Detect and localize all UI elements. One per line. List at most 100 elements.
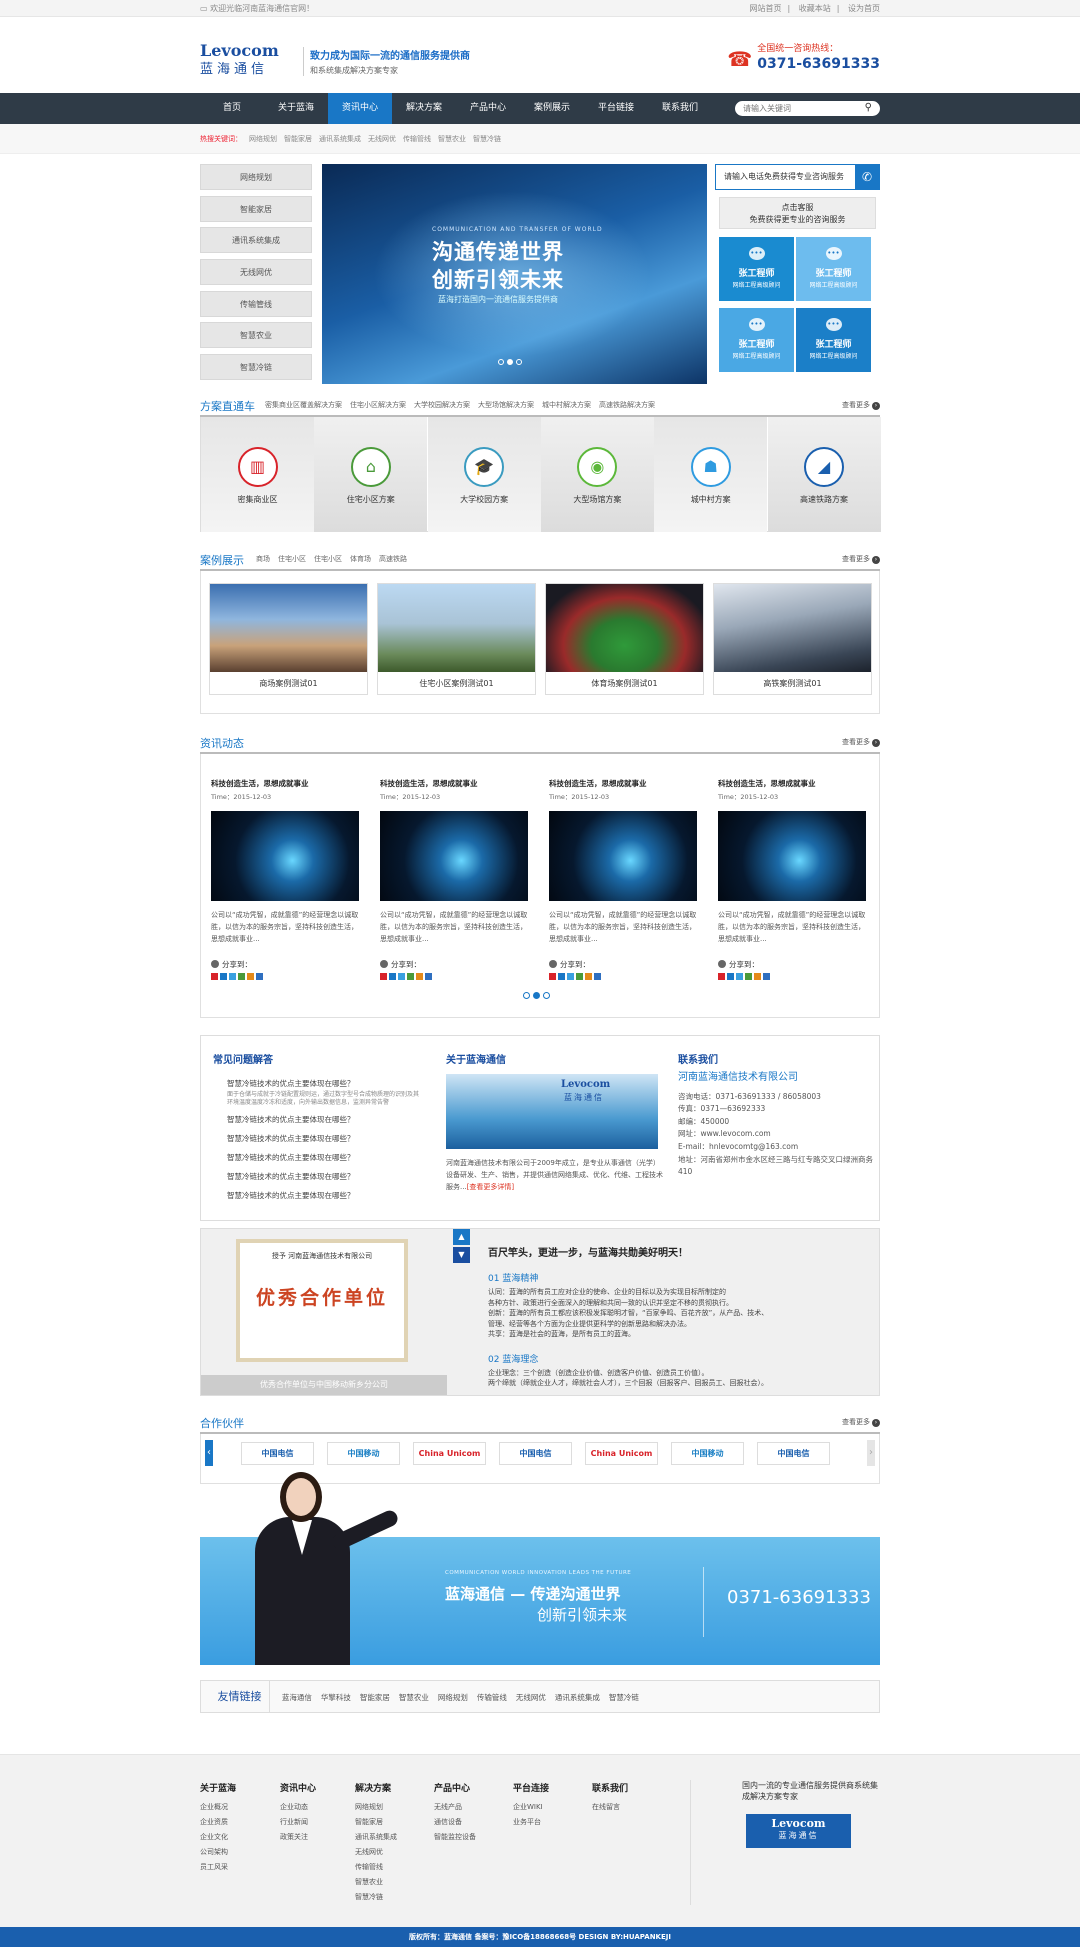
footer-link[interactable]: 业务平台	[513, 1815, 549, 1830]
share-button-icon[interactable]	[763, 973, 770, 980]
share-button-icon[interactable]	[247, 973, 254, 980]
news-more-link[interactable]: 查看更多 ›	[842, 737, 880, 747]
pager-dot[interactable]	[523, 992, 530, 999]
chevron-right-icon[interactable]: ›	[867, 1440, 875, 1466]
footer-link[interactable]: 智慧农业	[355, 1875, 397, 1890]
share-button-icon[interactable]	[549, 973, 556, 980]
faq-question[interactable]: 智慧冷链技术的优点主要体现在哪些？	[213, 1148, 423, 1167]
share-button-icon[interactable]	[425, 973, 432, 980]
left-menu-item[interactable]: 网络规划	[200, 164, 312, 190]
news-image[interactable]	[718, 811, 866, 901]
footer-link[interactable]: 智慧冷链	[355, 1890, 397, 1905]
search-icon[interactable]: ⚲	[865, 102, 872, 113]
left-menu-item[interactable]: 无线网优	[200, 259, 312, 286]
logo[interactable]: Levocom 蓝海通信	[200, 41, 279, 77]
share-button-icon[interactable]	[736, 973, 743, 980]
hot-keyword[interactable]: 无线网优	[368, 135, 396, 143]
friend-link[interactable]: 传输管线	[477, 1693, 507, 1702]
hot-keyword[interactable]: 通讯系统集成	[319, 135, 361, 143]
footer-link[interactable]: 行业新闻	[280, 1815, 316, 1830]
footer-link[interactable]: 政策关注	[280, 1830, 316, 1845]
footer-link[interactable]: 无线网优	[355, 1845, 397, 1860]
news-item[interactable]: 科技创造生活，思想成就事业 Time：2015-12-03 公司以“成功凭智，成就靠…	[380, 764, 528, 984]
share-button-icon[interactable]	[745, 973, 752, 980]
share-button-icon[interactable]	[398, 973, 405, 980]
friend-link[interactable]: 智慧冷链	[609, 1693, 639, 1702]
slider-dot[interactable]	[516, 359, 522, 365]
share-button-icon[interactable]	[389, 973, 396, 980]
about-more-link[interactable]: [查看更多详情]	[467, 1183, 514, 1191]
solution-card[interactable]: ⌂ 住宅小区方案	[314, 417, 428, 532]
share-button-icon[interactable]	[567, 973, 574, 980]
partners-more-link[interactable]: 查看更多 ›	[842, 1417, 880, 1427]
footer-link[interactable]: 无线产品	[434, 1800, 476, 1815]
news-image[interactable]	[549, 811, 697, 901]
engineer-card[interactable]: ••• 张工程师 网络工程高级顾问	[719, 308, 794, 372]
footer-link[interactable]: 员工风采	[200, 1860, 236, 1875]
partner-logo[interactable]: China Unicom	[585, 1442, 658, 1465]
case-card[interactable]: 体育场案例测试01	[545, 583, 704, 695]
faq-question[interactable]: 智慧冷链技术的优点主要体现在哪些？	[213, 1167, 423, 1186]
share-button-icon[interactable]	[585, 973, 592, 980]
footer-link[interactable]: 企业文化	[200, 1830, 236, 1845]
friend-link[interactable]: 蓝海通信	[282, 1693, 312, 1702]
left-menu-item[interactable]: 传输管线	[200, 290, 312, 317]
friend-link[interactable]: 智能家居	[360, 1693, 390, 1702]
share-button-icon[interactable]	[380, 973, 387, 980]
solution-tab[interactable]: 大型场馆解决方案	[478, 401, 534, 409]
share-button-icon[interactable]	[220, 973, 227, 980]
left-menu-item[interactable]: 智慧冷链	[200, 354, 312, 381]
news-item[interactable]: 科技创造生活，思想成就事业 Time：2015-12-03 公司以“成功凭智，成就靠…	[549, 764, 697, 984]
slider-dot[interactable]	[507, 359, 513, 365]
nav-item[interactable]: 联系我们	[648, 93, 712, 124]
share-button-icon[interactable]	[211, 973, 218, 980]
partner-logo[interactable]: China Unicom	[413, 1442, 486, 1465]
news-image[interactable]	[211, 811, 359, 901]
pager-dot[interactable]	[543, 992, 550, 999]
chevron-left-icon[interactable]: ‹	[205, 1440, 213, 1466]
faq-question[interactable]: 智慧冷链技术的优点主要体现在哪些？	[213, 1129, 423, 1148]
footer-link[interactable]: 企业动态	[280, 1800, 316, 1815]
case-tab[interactable]: 高速铁路	[379, 555, 407, 563]
news-title[interactable]: 科技创造生活，思想成就事业	[380, 778, 528, 789]
share-button-icon[interactable]	[256, 973, 263, 980]
favorite-link[interactable]: 收藏本站	[799, 4, 831, 13]
share-button-icon[interactable]	[754, 973, 761, 980]
consult-phone-box[interactable]: 请输入电话免费获得专业咨询服务 ✆	[715, 164, 880, 190]
hot-keyword[interactable]: 传输管线	[403, 135, 431, 143]
friend-link[interactable]: 无线网优	[516, 1693, 546, 1702]
share-button-icon[interactable]	[594, 973, 601, 980]
hot-keyword[interactable]: 网络规划	[249, 135, 277, 143]
share-button-icon[interactable]	[718, 973, 725, 980]
footer-link[interactable]: 企业资质	[200, 1815, 236, 1830]
footer-link[interactable]: 通讯系统集成	[355, 1830, 397, 1845]
solutions-more-link[interactable]: 查看更多 ›	[842, 400, 880, 410]
faq-question[interactable]: 智慧冷链技术的优点主要体现在哪些？	[213, 1186, 423, 1205]
nav-item[interactable]: 案例展示	[520, 93, 584, 124]
nav-item[interactable]: 关于蓝海	[264, 93, 328, 124]
friend-link[interactable]: 通讯系统集成	[555, 1693, 600, 1702]
footer-link[interactable]: 公司架构	[200, 1845, 236, 1860]
news-title[interactable]: 科技创造生活，思想成就事业	[549, 778, 697, 789]
share-button-icon[interactable]	[238, 973, 245, 980]
hot-keyword[interactable]: 智能家居	[284, 135, 312, 143]
solution-tab[interactable]: 密集商业区覆盖解决方案	[265, 401, 342, 409]
nav-item[interactable]: 解决方案	[392, 93, 456, 124]
arrow-up-icon[interactable]: ▲	[453, 1229, 470, 1245]
case-tab[interactable]: 体育场	[350, 555, 371, 563]
pager-dot[interactable]	[533, 992, 540, 999]
solution-card[interactable]: ◢ 高速铁路方案	[767, 417, 881, 532]
solution-tab[interactable]: 高速铁路解决方案	[599, 401, 655, 409]
case-card[interactable]: 商场案例测试01	[209, 583, 368, 695]
engineer-card[interactable]: ••• 张工程师 网络工程高级顾问	[719, 237, 794, 301]
faq-question[interactable]: 智慧冷链技术的优点主要体现在哪些？	[213, 1074, 423, 1093]
arrow-down-icon[interactable]: ▼	[453, 1247, 470, 1263]
solution-card[interactable]: 🎓 大学校园方案	[427, 417, 541, 532]
share-button-icon[interactable]	[407, 973, 414, 980]
banner-slider[interactable]: COMMUNICATION AND TRANSFER OF WORLD 沟通传递…	[322, 164, 707, 384]
partner-logo[interactable]: 中国移动	[327, 1442, 400, 1465]
solution-tab[interactable]: 住宅小区解决方案	[350, 401, 406, 409]
search-input[interactable]	[735, 101, 855, 116]
slider-dot[interactable]	[498, 359, 504, 365]
nav-item[interactable]: 产品中心	[456, 93, 520, 124]
